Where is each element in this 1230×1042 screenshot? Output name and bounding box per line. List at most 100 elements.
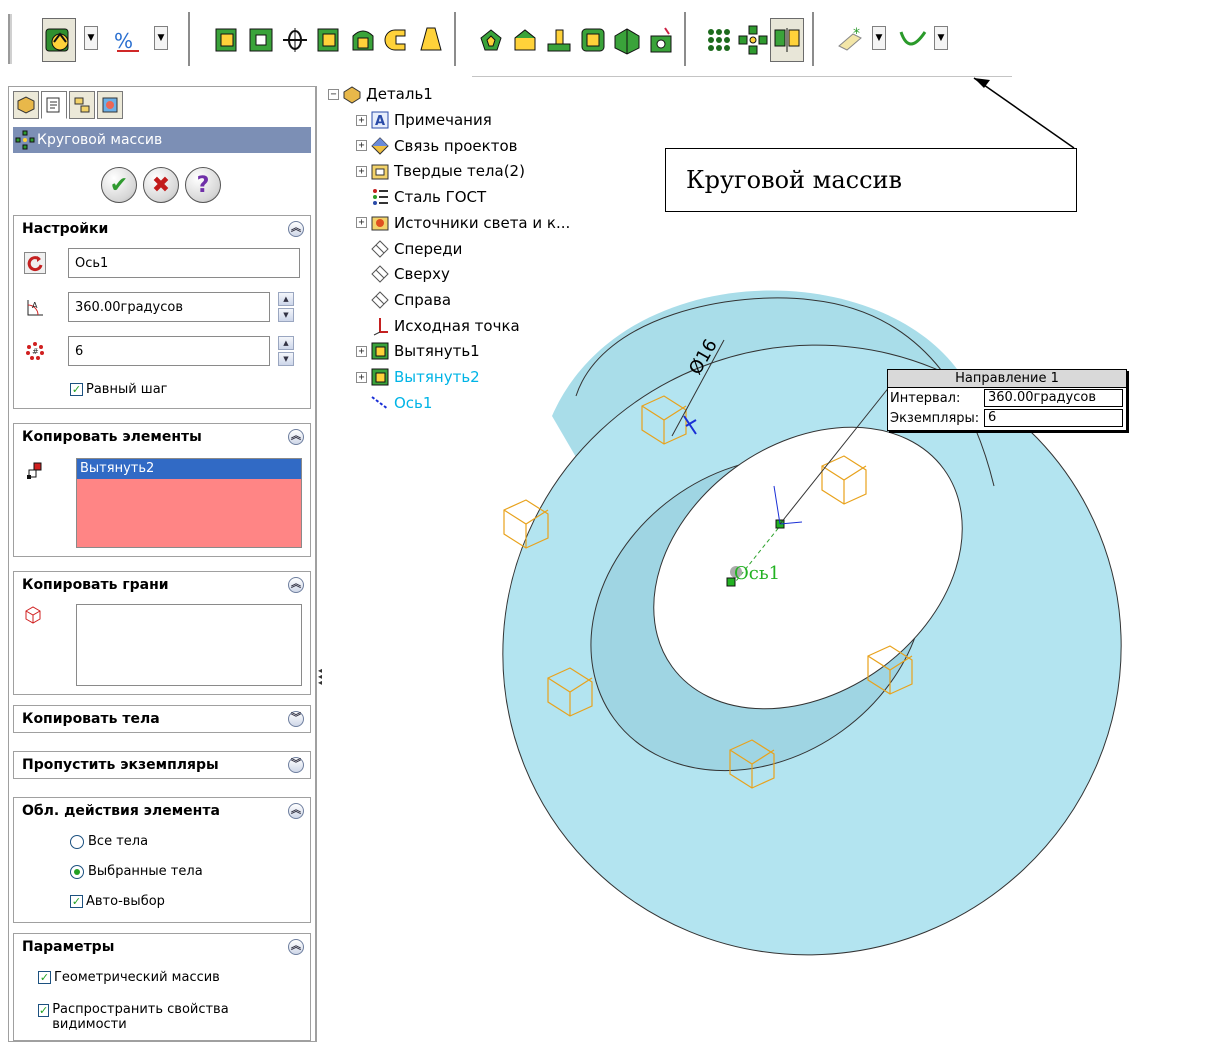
spin-up-icon[interactable]: ▲ xyxy=(278,292,294,306)
expand-toggle-icon[interactable]: + xyxy=(356,371,367,383)
feature-list-item[interactable]: Вытянуть2 xyxy=(77,459,301,479)
features-listbox[interactable]: Вытянуть2 xyxy=(76,458,302,548)
toolbar-separator xyxy=(188,12,190,66)
circular-pattern-icon[interactable] xyxy=(736,18,770,62)
auto-select-checkbox[interactable]: ✓ Авто-выбор xyxy=(70,894,165,909)
feature-manager-tab[interactable] xyxy=(13,91,39,119)
tree-item[interactable]: + A Примечания xyxy=(356,108,492,132)
faces-listbox[interactable] xyxy=(76,604,302,686)
axis-label[interactable]: Ось1 xyxy=(734,563,780,584)
options-header[interactable]: Параметры ︽ xyxy=(14,934,310,960)
chamfer-icon[interactable] xyxy=(508,18,542,62)
expand-toggle-icon[interactable]: + xyxy=(356,114,367,126)
face-icon xyxy=(22,604,44,626)
axis-field[interactable]: Ось1 xyxy=(68,248,300,278)
tree-item[interactable]: + Источники света и к... xyxy=(356,211,570,235)
sweep-icon[interactable] xyxy=(312,18,346,62)
equal-spacing-checkbox[interactable]: ✓ Равный шаг xyxy=(70,382,168,397)
copy-faces-header[interactable]: Копировать грани ︽ xyxy=(14,572,310,598)
interval-field[interactable]: 360.00градусов xyxy=(984,389,1123,407)
expand-icon[interactable]: ︾ xyxy=(288,711,304,727)
ok-button[interactable]: ✔ xyxy=(101,167,137,203)
direction-title: Направление 1 xyxy=(888,370,1126,388)
collapse-icon[interactable]: ︽ xyxy=(288,220,304,237)
checkmark-icon-4: ✓ xyxy=(38,1004,50,1017)
feature-scope-group: Обл. действия элемента ︽ Все тела Выбран… xyxy=(13,797,311,923)
collapse-icon-3[interactable]: ︽ xyxy=(288,576,304,593)
draft-icon[interactable] xyxy=(414,18,448,62)
instances-spinner[interactable]: ▲ ▼ xyxy=(278,336,294,366)
tree-item[interactable]: Сталь ГОСТ xyxy=(370,185,486,209)
extrude-cut-icon[interactable] xyxy=(244,18,278,62)
linear-pattern-icon[interactable] xyxy=(702,18,736,62)
fillet-icon[interactable] xyxy=(380,18,414,62)
tree-item-label: Исходная точка xyxy=(394,316,520,335)
settings-group: Настройки ︽ Ось1 A 360.00градусов ▲ ▼ # 6… xyxy=(13,215,311,409)
help-button[interactable]: ? xyxy=(185,167,221,203)
dropdown-arrow-icon-3[interactable]: ▼ xyxy=(872,26,886,50)
reverse-direction-icon[interactable] xyxy=(24,252,46,274)
extrude-boss-icon[interactable] xyxy=(210,18,244,62)
collapse-icon-5[interactable]: ︽ xyxy=(288,938,304,955)
smart-dimension-icon[interactable] xyxy=(42,18,76,62)
instances-field[interactable]: 6 xyxy=(68,336,270,366)
expand-toggle-icon[interactable]: + xyxy=(356,217,367,229)
angle-spinner[interactable]: ▲ ▼ xyxy=(278,292,294,322)
loft-icon[interactable] xyxy=(346,18,380,62)
collapse-icon-2[interactable]: ︽ xyxy=(288,428,304,445)
copy-features-header[interactable]: Копировать элементы ︽ xyxy=(14,424,310,450)
all-bodies-radio[interactable]: Все тела xyxy=(70,834,148,849)
expand-toggle-icon[interactable]: + xyxy=(356,165,367,177)
tree-item[interactable]: Спереди xyxy=(370,237,462,261)
expand-icon-2[interactable]: ︾ xyxy=(288,757,304,773)
geometry-pattern-checkbox[interactable]: ✓ Геометрический массив xyxy=(38,970,220,985)
tree-item[interactable]: Ось1 xyxy=(370,391,432,415)
tree-item[interactable]: + Вытянуть2 xyxy=(356,365,480,389)
dropdown-arrow-icon[interactable]: ▼ xyxy=(84,26,98,50)
spin-up-icon-2[interactable]: ▲ xyxy=(278,336,294,350)
hole-wizard-icon[interactable] xyxy=(644,18,678,62)
mirror-icon[interactable] xyxy=(770,18,804,62)
curves-icon[interactable] xyxy=(896,18,930,62)
property-manager-panel: Круговой массив ✔ ✖ ? Настройки ︽ Ось1 A… xyxy=(8,86,316,1042)
rib-icon[interactable] xyxy=(542,18,576,62)
copy-bodies-header[interactable]: Копировать тела ︾ xyxy=(14,706,310,732)
propagate-visual-checkbox[interactable]: ✓ Распространить свойства видимости xyxy=(38,1002,258,1032)
shell-icon[interactable] xyxy=(474,18,508,62)
selected-bodies-radio[interactable]: Выбранные тела xyxy=(70,864,203,879)
tree-item[interactable]: Справа xyxy=(370,288,451,312)
spin-down-icon[interactable]: ▼ xyxy=(278,308,294,322)
wrap-icon[interactable] xyxy=(576,18,610,62)
auto-select-label: Авто-выбор xyxy=(86,894,165,909)
appearance-tab[interactable] xyxy=(97,91,123,119)
spin-down-icon-2[interactable]: ▼ xyxy=(278,352,294,366)
toolbar-grip[interactable] xyxy=(8,14,12,64)
checkmark-icon-2: ✓ xyxy=(70,895,83,908)
instances-box-label: Экземпляры: xyxy=(890,410,980,426)
expand-toggle-icon[interactable]: + xyxy=(356,140,367,152)
tree-item[interactable]: + Связь проектов xyxy=(356,134,517,158)
collapse-icon-4[interactable]: ︽ xyxy=(288,802,304,819)
skip-instances-header[interactable]: Пропустить экземпляры ︾ xyxy=(14,752,310,778)
property-manager-tab[interactable] xyxy=(41,91,67,119)
collapse-toggle-icon[interactable]: − xyxy=(328,88,339,100)
tree-item[interactable]: + Твердые тела(2) xyxy=(356,159,525,183)
checkmark-icon-3: ✓ xyxy=(38,971,51,984)
reference-geometry-icon[interactable]: * xyxy=(834,18,868,62)
dome-icon[interactable] xyxy=(610,18,644,62)
settings-group-header[interactable]: Настройки ︽ xyxy=(14,216,310,242)
expand-toggle-icon[interactable]: + xyxy=(356,345,367,357)
configuration-manager-tab[interactable] xyxy=(69,91,95,119)
tree-root[interactable]: − Деталь1 xyxy=(328,82,433,106)
revolve-icon[interactable] xyxy=(278,18,312,62)
tree-item[interactable]: Исходная точка xyxy=(370,314,520,338)
tree-item[interactable]: Сверху xyxy=(370,262,450,286)
instances-box-field[interactable]: 6 xyxy=(984,409,1123,427)
dropdown-arrow-icon-4[interactable]: ▼ xyxy=(934,26,948,50)
angle-field[interactable]: 360.00градусов xyxy=(68,292,270,322)
display-units-icon[interactable]: % xyxy=(110,18,144,62)
feature-scope-header[interactable]: Обл. действия элемента ︽ xyxy=(14,798,310,824)
dropdown-arrow-icon-2[interactable]: ▼ xyxy=(154,26,168,50)
cancel-button[interactable]: ✖ xyxy=(143,167,179,203)
tree-item[interactable]: + Вытянуть1 xyxy=(356,339,480,363)
